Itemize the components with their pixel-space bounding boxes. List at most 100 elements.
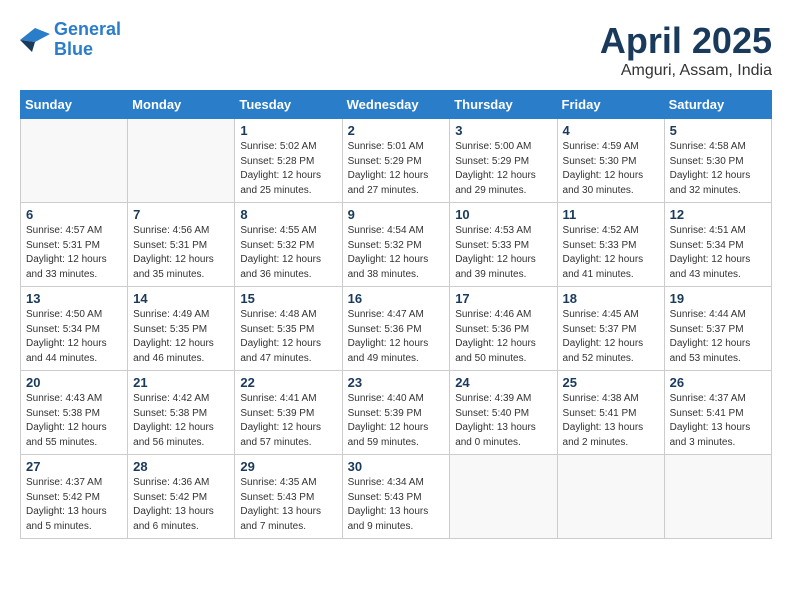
- header-cell-thursday: Thursday: [450, 91, 557, 119]
- cell-info: Sunrise: 4:50 AM Sunset: 5:34 PM Dayligh…: [26, 308, 122, 366]
- day-number: 18: [563, 291, 659, 306]
- cell-info: Sunrise: 4:46 AM Sunset: 5:36 PM Dayligh…: [455, 308, 551, 366]
- location: Amguri, Assam, India: [600, 62, 772, 80]
- calendar-cell: 8 Sunrise: 4:55 AM Sunset: 5:32 PM Daylig…: [235, 203, 342, 287]
- calendar-table: SundayMondayTuesdayWednesdayThursdayFrid…: [20, 90, 772, 539]
- cell-info: Sunrise: 4:43 AM Sunset: 5:38 PM Dayligh…: [26, 392, 122, 450]
- cell-info: Sunrise: 4:38 AM Sunset: 5:41 PM Dayligh…: [563, 392, 659, 450]
- calendar-cell: 19 Sunrise: 4:44 AM Sunset: 5:37 PM Dayli…: [664, 287, 771, 371]
- day-number: 21: [133, 375, 229, 390]
- month-title: April 2025: [600, 20, 772, 62]
- cell-info: Sunrise: 4:55 AM Sunset: 5:32 PM Dayligh…: [240, 224, 336, 282]
- calendar-cell: 26 Sunrise: 4:37 AM Sunset: 5:41 PM Dayli…: [664, 371, 771, 455]
- day-number: 28: [133, 459, 229, 474]
- cell-info: Sunrise: 4:42 AM Sunset: 5:38 PM Dayligh…: [133, 392, 229, 450]
- day-number: 17: [455, 291, 551, 306]
- calendar-cell: 17 Sunrise: 4:46 AM Sunset: 5:36 PM Dayli…: [450, 287, 557, 371]
- week-row-4: 20 Sunrise: 4:43 AM Sunset: 5:38 PM Dayli…: [21, 371, 772, 455]
- day-number: 15: [240, 291, 336, 306]
- day-number: 20: [26, 375, 122, 390]
- day-number: 24: [455, 375, 551, 390]
- day-number: 7: [133, 207, 229, 222]
- day-number: 10: [455, 207, 551, 222]
- day-number: 11: [563, 207, 659, 222]
- calendar-cell: [450, 455, 557, 539]
- header-cell-wednesday: Wednesday: [342, 91, 450, 119]
- cell-info: Sunrise: 4:59 AM Sunset: 5:30 PM Dayligh…: [563, 140, 659, 198]
- calendar-cell: 2Sunrise: 5:01 AM Sunset: 5:29 PM Daylig…: [342, 119, 450, 203]
- cell-info: Sunrise: 4:47 AM Sunset: 5:36 PM Dayligh…: [348, 308, 445, 366]
- calendar-cell: 3 Sunrise: 5:00 AM Sunset: 5:29 PM Daylig…: [450, 119, 557, 203]
- cell-info: Sunrise: 4:35 AM Sunset: 5:43 PM Dayligh…: [240, 476, 336, 534]
- day-number: 3: [455, 123, 551, 138]
- day-number: 8: [240, 207, 336, 222]
- header-cell-monday: Monday: [128, 91, 235, 119]
- calendar-cell: 6Sunrise: 4:57 AM Sunset: 5:31 PM Daylig…: [21, 203, 128, 287]
- header-cell-sunday: Sunday: [21, 91, 128, 119]
- calendar-cell: 24 Sunrise: 4:39 AM Sunset: 5:40 PM Dayli…: [450, 371, 557, 455]
- logo: General Blue: [20, 20, 121, 60]
- cell-info: Sunrise: 4:56 AM Sunset: 5:31 PM Dayligh…: [133, 224, 229, 282]
- calendar-cell: 13 Sunrise: 4:50 AM Sunset: 5:34 PM Dayli…: [21, 287, 128, 371]
- day-number: 9: [348, 207, 445, 222]
- calendar-cell: 28Sunrise: 4:36 AM Sunset: 5:42 PM Dayli…: [128, 455, 235, 539]
- cell-info: Sunrise: 4:37 AM Sunset: 5:42 PM Dayligh…: [26, 476, 122, 534]
- cell-info: Sunrise: 4:57 AM Sunset: 5:31 PM Dayligh…: [26, 224, 122, 282]
- cell-info: Sunrise: 4:41 AM Sunset: 5:39 PM Dayligh…: [240, 392, 336, 450]
- cell-info: Sunrise: 4:34 AM Sunset: 5:43 PM Dayligh…: [348, 476, 445, 534]
- day-number: 2: [348, 123, 445, 138]
- day-number: 12: [670, 207, 766, 222]
- title-block: April 2025 Amguri, Assam, India: [600, 20, 772, 80]
- calendar-cell: [664, 455, 771, 539]
- cell-info: Sunrise: 4:51 AM Sunset: 5:34 PM Dayligh…: [670, 224, 766, 282]
- calendar-cell: 20 Sunrise: 4:43 AM Sunset: 5:38 PM Dayli…: [21, 371, 128, 455]
- week-row-1: 1Sunrise: 5:02 AM Sunset: 5:28 PM Daylig…: [21, 119, 772, 203]
- calendar-cell: 30 Sunrise: 4:34 AM Sunset: 5:43 PM Dayli…: [342, 455, 450, 539]
- cell-info: Sunrise: 5:02 AM Sunset: 5:28 PM Dayligh…: [240, 140, 336, 198]
- calendar-cell: [128, 119, 235, 203]
- day-number: 29: [240, 459, 336, 474]
- cell-info: Sunrise: 4:48 AM Sunset: 5:35 PM Dayligh…: [240, 308, 336, 366]
- calendar-cell: 12 Sunrise: 4:51 AM Sunset: 5:34 PM Dayli…: [664, 203, 771, 287]
- cell-info: Sunrise: 4:58 AM Sunset: 5:30 PM Dayligh…: [670, 140, 766, 198]
- day-number: 14: [133, 291, 229, 306]
- day-number: 5: [670, 123, 766, 138]
- calendar-cell: 16Sunrise: 4:47 AM Sunset: 5:36 PM Dayli…: [342, 287, 450, 371]
- cell-info: Sunrise: 4:40 AM Sunset: 5:39 PM Dayligh…: [348, 392, 445, 450]
- day-number: 13: [26, 291, 122, 306]
- day-number: 4: [563, 123, 659, 138]
- page-header: General Blue April 2025 Amguri, Assam, I…: [20, 20, 772, 80]
- calendar-cell: 25Sunrise: 4:38 AM Sunset: 5:41 PM Dayli…: [557, 371, 664, 455]
- day-number: 26: [670, 375, 766, 390]
- cell-info: Sunrise: 4:44 AM Sunset: 5:37 PM Dayligh…: [670, 308, 766, 366]
- logo-icon: [20, 28, 50, 52]
- calendar-cell: 7 Sunrise: 4:56 AM Sunset: 5:31 PM Daylig…: [128, 203, 235, 287]
- day-number: 22: [240, 375, 336, 390]
- header-cell-tuesday: Tuesday: [235, 91, 342, 119]
- calendar-cell: 22 Sunrise: 4:41 AM Sunset: 5:39 PM Dayli…: [235, 371, 342, 455]
- header-row: SundayMondayTuesdayWednesdayThursdayFrid…: [21, 91, 772, 119]
- calendar-cell: 11Sunrise: 4:52 AM Sunset: 5:33 PM Dayli…: [557, 203, 664, 287]
- calendar-cell: 1Sunrise: 5:02 AM Sunset: 5:28 PM Daylig…: [235, 119, 342, 203]
- calendar-cell: 9Sunrise: 4:54 AM Sunset: 5:32 PM Daylig…: [342, 203, 450, 287]
- cell-info: Sunrise: 4:39 AM Sunset: 5:40 PM Dayligh…: [455, 392, 551, 450]
- header-cell-saturday: Saturday: [664, 91, 771, 119]
- header-cell-friday: Friday: [557, 91, 664, 119]
- cell-info: Sunrise: 4:53 AM Sunset: 5:33 PM Dayligh…: [455, 224, 551, 282]
- week-row-5: 27 Sunrise: 4:37 AM Sunset: 5:42 PM Dayli…: [21, 455, 772, 539]
- day-number: 30: [348, 459, 445, 474]
- week-row-2: 6Sunrise: 4:57 AM Sunset: 5:31 PM Daylig…: [21, 203, 772, 287]
- cell-info: Sunrise: 4:49 AM Sunset: 5:35 PM Dayligh…: [133, 308, 229, 366]
- day-number: 19: [670, 291, 766, 306]
- calendar-cell: 4 Sunrise: 4:59 AM Sunset: 5:30 PM Daylig…: [557, 119, 664, 203]
- calendar-cell: 14 Sunrise: 4:49 AM Sunset: 5:35 PM Dayli…: [128, 287, 235, 371]
- calendar-cell: 21 Sunrise: 4:42 AM Sunset: 5:38 PM Dayli…: [128, 371, 235, 455]
- cell-info: Sunrise: 5:00 AM Sunset: 5:29 PM Dayligh…: [455, 140, 551, 198]
- day-number: 27: [26, 459, 122, 474]
- calendar-cell: [21, 119, 128, 203]
- calendar-cell: 27 Sunrise: 4:37 AM Sunset: 5:42 PM Dayli…: [21, 455, 128, 539]
- calendar-cell: 15 Sunrise: 4:48 AM Sunset: 5:35 PM Dayli…: [235, 287, 342, 371]
- cell-info: Sunrise: 4:37 AM Sunset: 5:41 PM Dayligh…: [670, 392, 766, 450]
- calendar-cell: 18Sunrise: 4:45 AM Sunset: 5:37 PM Dayli…: [557, 287, 664, 371]
- day-number: 23: [348, 375, 445, 390]
